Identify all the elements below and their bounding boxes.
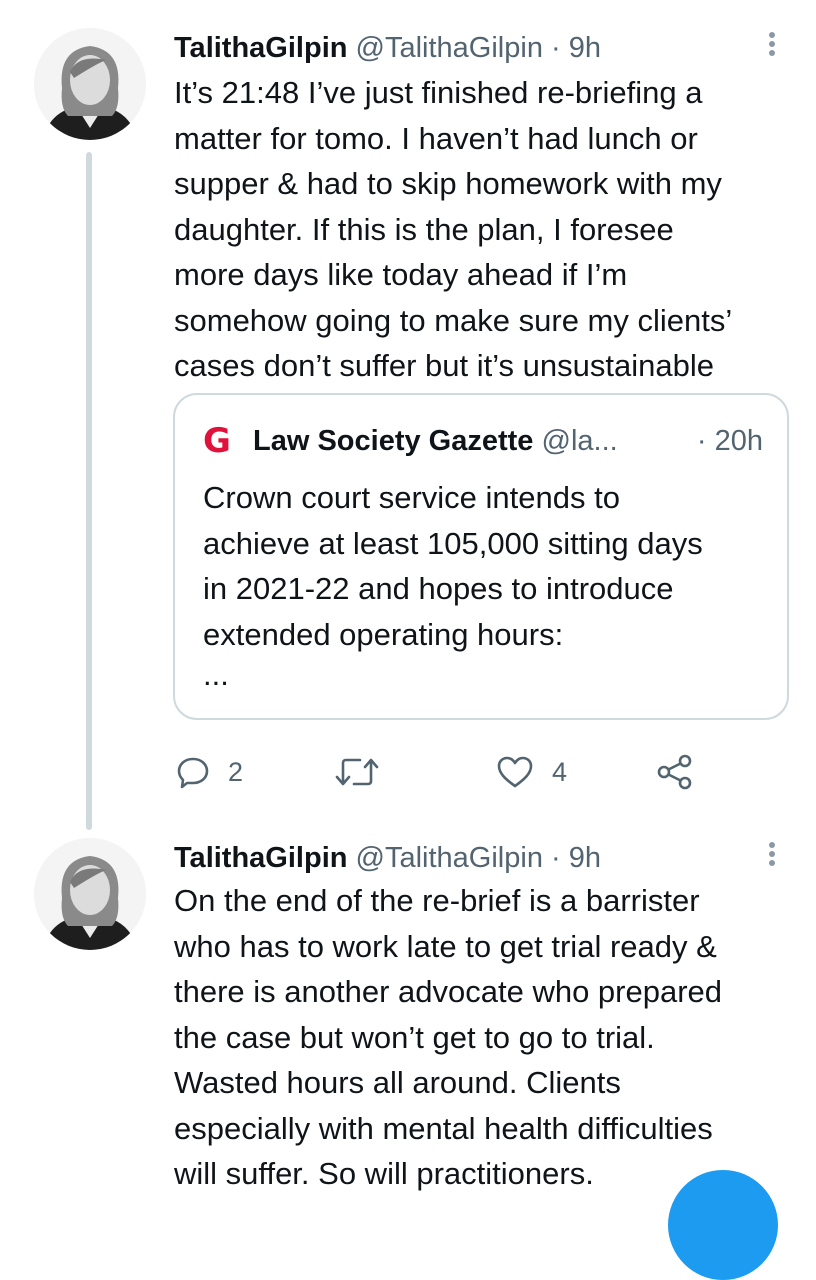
text-line: ... xyxy=(203,657,229,692)
share-button[interactable] xyxy=(656,748,694,796)
text-line: more days like today ahead if I’m xyxy=(174,257,628,292)
text-line: cases don’t suffer but it’s unsustainabl… xyxy=(174,348,714,383)
text-line: especially with mental health difficulti… xyxy=(174,1110,713,1146)
text-line: extended operating hours: xyxy=(203,616,564,652)
tweet-header: TalithaGilpin @TalithaGilpin · 9h xyxy=(174,28,601,68)
text-line: Crown court service intends to xyxy=(203,480,620,515)
text-line: in 2021-22 and hopes to introduce xyxy=(203,571,674,606)
more-options-button[interactable] xyxy=(760,838,784,878)
text-line: matter for tomo. I haven’t had lunch or xyxy=(174,120,698,156)
text-line: supper & had to skip homework with my xyxy=(174,166,722,201)
timestamp[interactable]: 9h xyxy=(569,842,601,874)
retweet-button[interactable] xyxy=(334,748,398,796)
quoted-tweet-text: Crown court service intends to achieve a… xyxy=(203,475,773,693)
like-count: 4 xyxy=(552,756,568,787)
text-line: Wasted hours all around. Clients xyxy=(174,1065,621,1100)
text-line: On the end of the re-brief is a barriste… xyxy=(174,883,700,918)
text-line: the case but won’t get to go to trial. xyxy=(174,1019,655,1055)
quoted-tweet-card[interactable]: G Law Society Gazette @la... · 20h Crown … xyxy=(173,393,789,720)
tweet-header: TalithaGilpin @TalithaGilpin · 9h xyxy=(174,838,601,878)
author-handle[interactable]: @TalithaGilpin xyxy=(356,32,543,64)
text-line: who has to work late to get trial ready … xyxy=(174,928,717,964)
tweet-text: On the end of the re-brief is a barriste… xyxy=(174,878,794,1197)
text-line: somehow going to make sure my clients’ xyxy=(174,302,733,338)
author-name[interactable]: TalithaGilpin xyxy=(174,32,347,64)
tweet-action-bar: 2 4 xyxy=(0,748,816,796)
like-button[interactable]: 4 xyxy=(496,748,567,796)
separator-dot: · xyxy=(551,32,561,64)
quoted-timestamp: · 20h xyxy=(696,425,763,457)
text-line: It’s 21:48 I’ve just finished re-briefin… xyxy=(174,75,703,110)
avatar[interactable] xyxy=(34,28,146,140)
compose-fab[interactable] xyxy=(668,1170,778,1280)
separator-dot: · xyxy=(551,842,561,874)
avatar[interactable] xyxy=(34,838,146,950)
reply-icon xyxy=(177,757,209,789)
author-name[interactable]: TalithaGilpin xyxy=(174,842,347,874)
reply-button[interactable]: 2 xyxy=(176,748,243,796)
retweet-icon xyxy=(335,758,379,786)
tweet-text: It’s 21:48 I’ve just finished re-briefin… xyxy=(174,70,794,389)
text-line: daughter. If this is the plan, I foresee xyxy=(174,211,674,247)
quoted-author-handle: @la... xyxy=(541,425,618,457)
share-icon xyxy=(657,754,692,790)
like-icon xyxy=(497,756,533,788)
text-line: there is another advocate who prepared xyxy=(174,974,723,1009)
quoted-tweet-header: G Law Society Gazette @la... · 20h xyxy=(203,421,763,461)
more-vertical-icon xyxy=(769,842,775,866)
author-handle[interactable]: @TalithaGilpin xyxy=(356,842,543,874)
gazette-logo: G xyxy=(203,421,231,461)
reply-count: 2 xyxy=(228,756,244,787)
quoted-author-name: Law Society Gazette xyxy=(253,425,534,457)
tweet[interactable]: TalithaGilpin @TalithaGilpin · 9h On the… xyxy=(0,838,816,1200)
more-vertical-icon xyxy=(769,32,775,56)
more-options-button[interactable] xyxy=(760,28,784,68)
text-line: achieve at least 105,000 sitting days xyxy=(203,525,703,561)
timestamp[interactable]: 9h xyxy=(569,32,601,64)
